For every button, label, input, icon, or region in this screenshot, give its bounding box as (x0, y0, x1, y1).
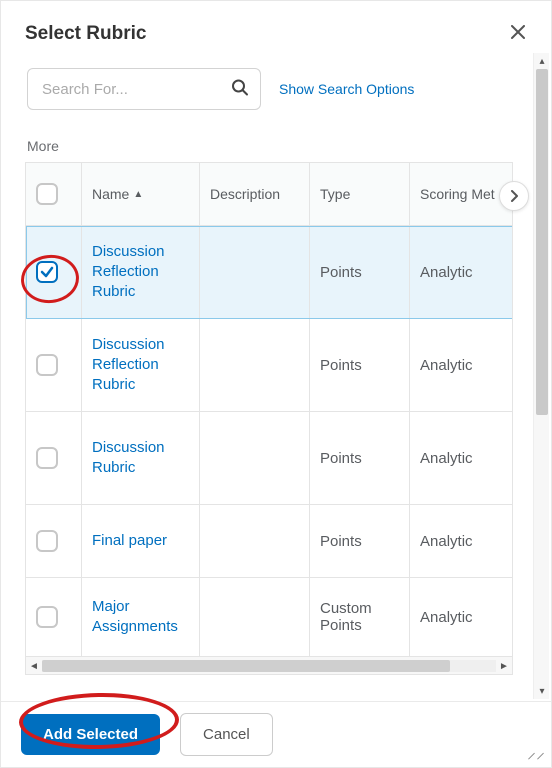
cancel-button[interactable]: Cancel (180, 713, 273, 756)
rubric-name-link[interactable]: Discussion Rubric (92, 438, 189, 479)
scroll-left-icon[interactable]: ◄ (26, 657, 42, 675)
close-icon[interactable] (507, 19, 529, 48)
row-checkbox[interactable] (36, 530, 58, 552)
next-columns-button[interactable] (499, 181, 529, 211)
rubric-name-link[interactable]: Discussion Reflection Rubric (92, 335, 189, 396)
rubric-table: Name ▲ Description Type Scoring Met (25, 162, 513, 657)
col-header-description[interactable]: Description (200, 163, 310, 225)
scrollbar-thumb[interactable] (42, 660, 450, 672)
scroll-right-icon[interactable]: ► (496, 657, 512, 675)
rubric-scoring-method: Analytic (420, 357, 473, 374)
table-row[interactable]: Discussion Rubric Points Analytic (26, 412, 513, 505)
table-row[interactable]: Discussion Reflection Rubric Points Anal… (26, 319, 513, 412)
select-all-cell (26, 163, 82, 225)
table-row[interactable]: Final paper Points Analytic (26, 505, 513, 578)
rubric-name-link[interactable]: Final paper (92, 531, 167, 551)
select-all-checkbox[interactable] (36, 183, 58, 205)
col-header-name-label: Name (92, 186, 129, 202)
dialog-body: Show Search Options More Name ▲ Desc (1, 68, 551, 675)
vertical-scrollbar[interactable]: ▴ ▾ (533, 53, 549, 699)
table-row[interactable]: Discussion Reflection Rubric Points Anal… (26, 226, 513, 319)
sort-asc-icon: ▲ (133, 189, 143, 200)
show-search-options-link[interactable]: Show Search Options (279, 81, 414, 97)
rubric-type: Points (320, 357, 362, 374)
table-row[interactable]: Major Assignments Custom Points Analytic (26, 578, 513, 657)
col-header-description-label: Description (210, 186, 280, 202)
search-controls: Show Search Options (27, 68, 541, 110)
select-rubric-dialog: Select Rubric Show Search Options More (0, 0, 552, 768)
more-label: More (27, 138, 541, 154)
rubric-type: Custom Points (320, 600, 399, 634)
scrollbar-thumb[interactable] (536, 69, 548, 415)
row-checkbox[interactable] (36, 447, 58, 469)
scroll-up-icon[interactable]: ▴ (534, 53, 550, 69)
dialog-title: Select Rubric (25, 23, 146, 45)
col-header-scoring-method-label: Scoring Met (420, 186, 495, 202)
col-header-name[interactable]: Name ▲ (82, 163, 200, 225)
search-input[interactable] (27, 68, 261, 110)
col-header-scoring-method[interactable]: Scoring Met (410, 163, 513, 225)
rubric-name-link[interactable]: Discussion Reflection Rubric (92, 242, 189, 303)
rubric-type: Points (320, 264, 362, 281)
rubric-scoring-method: Analytic (420, 450, 473, 467)
row-checkbox[interactable] (36, 354, 58, 376)
dialog-footer: Add Selected Cancel ⸝⸝ (1, 701, 551, 767)
scroll-down-icon[interactable]: ▾ (534, 683, 550, 699)
dialog-header: Select Rubric (1, 1, 551, 60)
rubric-scoring-method: Analytic (420, 533, 473, 550)
add-selected-button[interactable]: Add Selected (21, 714, 160, 755)
col-header-type-label: Type (320, 186, 350, 202)
rubric-scoring-method: Analytic (420, 264, 473, 281)
horizontal-scrollbar[interactable]: ◄ ► (25, 657, 513, 675)
rubric-type: Points (320, 450, 362, 467)
rubric-scoring-method: Analytic (420, 609, 473, 626)
rubric-type: Points (320, 533, 362, 550)
row-checkbox[interactable] (36, 261, 58, 283)
col-header-type[interactable]: Type (310, 163, 410, 225)
rubric-name-link[interactable]: Major Assignments (92, 597, 189, 638)
resize-handle-icon[interactable]: ⸝⸝ (527, 743, 545, 761)
row-checkbox[interactable] (36, 606, 58, 628)
search-field-wrap (27, 68, 261, 110)
table-header-row: Name ▲ Description Type Scoring Met (26, 163, 513, 226)
